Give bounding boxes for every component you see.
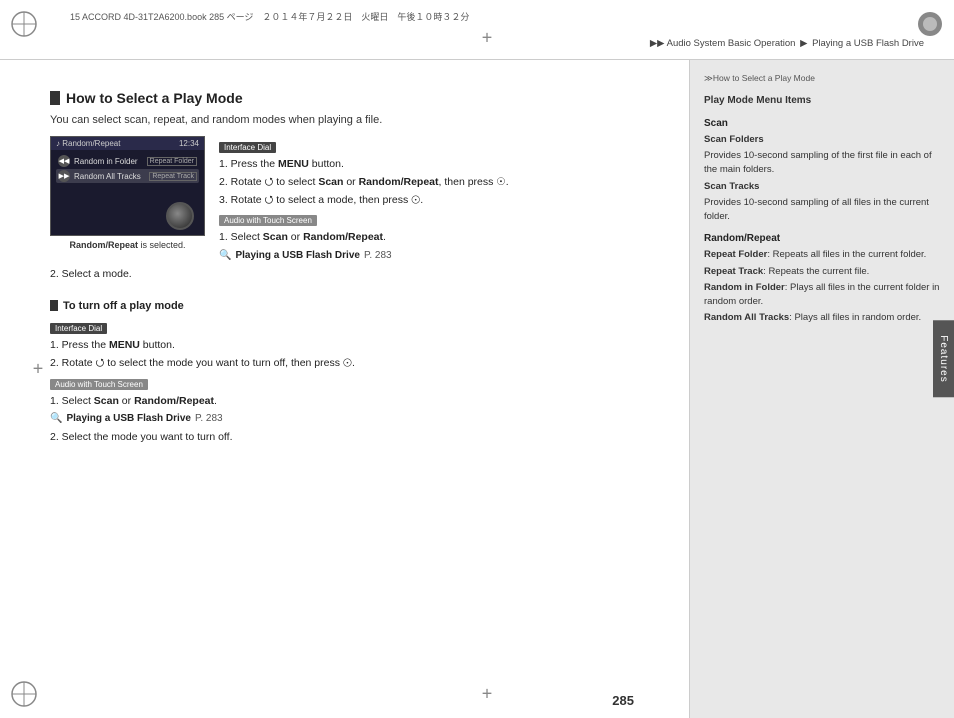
breadcrumb-part1: Audio System Basic Operation — [667, 38, 796, 49]
sidebar-repeat-folder-def: Repeats all files in the current folder. — [773, 249, 927, 260]
screen-header-left: ♪ Random/Repeat — [56, 139, 120, 148]
link-page-1: P. 283 — [364, 248, 392, 264]
main-section-heading: How to Select a Play Mode — [50, 90, 664, 106]
section-title: How to Select a Play Mode — [66, 90, 243, 106]
sub-section: To turn off a play mode Interface Dial 1… — [50, 300, 664, 446]
sub-heading-text: To turn off a play mode — [63, 300, 184, 312]
sidebar-random-all-term: Random All Tracks — [704, 312, 789, 323]
sub-dial-step-1: 1. Press the MENU button. — [50, 337, 664, 354]
sidebar-breadcrumb: ≫How to Select a Play Mode — [704, 72, 940, 85]
sidebar-repeat-track-def: Repeats the current file. — [768, 266, 869, 277]
sidebar-scan-term: Scan — [704, 116, 940, 131]
content-block: ♪ Random/Repeat 12:34 ◀◀ Random in Folde… — [50, 136, 664, 284]
screen-body: ◀◀ Random in Folder Repeat Folder ▶▶ Ran… — [51, 150, 204, 188]
link-text-1: Playing a USB Flash Drive — [235, 248, 360, 264]
sidebar-repeat-track: Repeat Track: Repeats the current file. — [704, 265, 940, 279]
sidebar-scan-folders: Scan Folders — [704, 133, 940, 147]
sidebar-random-all: Random All Tracks: Plays all files in ra… — [704, 311, 940, 325]
screen-row-1: ◀◀ Random in Folder Repeat Folder — [56, 154, 199, 168]
screen-row-2: ▶▶ Random All Tracks Repeat Track — [56, 169, 199, 183]
prev-icon: ◀◀ — [58, 155, 70, 167]
sidebar-scan-tracks-def: Provides 10-second sampling of all files… — [704, 196, 940, 224]
sidebar-random-folder: Random in Folder: Plays all files in the… — [704, 281, 940, 310]
screen-caption-strong: Random/Repeat — [69, 240, 138, 250]
sub-dial-step-2: 2. Rotate ⭯ to select the mode you want … — [50, 355, 664, 372]
sidebar-random-all-def: Plays all files in random order. — [794, 312, 921, 323]
sub-section-heading: To turn off a play mode — [50, 300, 664, 312]
sub-audio-touch-tag: Audio with Touch Screen — [50, 379, 148, 390]
print-info: 15 ACCORD 4D-31T2A6200.book 285 ページ ２０１４… — [70, 10, 469, 23]
knob — [166, 202, 194, 230]
link-text-2: Playing a USB Flash Drive — [66, 411, 191, 427]
sidebar-scan-tracks-term: Scan Tracks — [704, 181, 759, 192]
sidebar-repeat-folder: Repeat Folder: Repeats all files in the … — [704, 248, 940, 262]
sidebar-random-folder-term: Random in Folder — [704, 282, 785, 293]
screen-container: ♪ Random/Repeat 12:34 ◀◀ Random in Folde… — [50, 136, 205, 250]
breadcrumb: ▶▶ Audio System Basic Operation ▶ Playin… — [650, 38, 924, 49]
screen-header-right: 12:34 — [179, 139, 199, 148]
sidebar-scan-tracks: Scan Tracks — [704, 180, 940, 194]
sub-dial-instructions: 1. Press the MENU button. 2. Rotate ⭯ to… — [50, 337, 664, 372]
screen-row-1-tag: Repeat Folder — [147, 157, 197, 166]
sidebar-repeat-track-term: Repeat Track — [704, 266, 763, 277]
audio-touch-tag: Audio with Touch Screen — [219, 215, 317, 226]
screen-row-2-text: Random All Tracks — [74, 172, 141, 181]
touch-link-ref: 🔍 Playing a USB Flash Drive P. 283 — [219, 248, 664, 264]
left-panel: How to Select a Play Mode You can select… — [0, 60, 689, 718]
screen-header: ♪ Random/Repeat 12:34 — [51, 137, 204, 150]
link-arrow-2: 🔍 — [50, 411, 62, 427]
sidebar-section-title: Play Mode Menu Items — [704, 93, 940, 108]
screen-mock: ♪ Random/Repeat 12:34 ◀◀ Random in Folde… — [50, 136, 205, 236]
screen-row-2-tag: Repeat Track — [149, 172, 197, 181]
sub-touch-link-ref: 🔍 Playing a USB Flash Drive P. 283 — [50, 411, 664, 427]
sub-interface-dial-tag: Interface Dial — [50, 323, 107, 334]
screen-row-1-text: Random in Folder — [74, 157, 138, 166]
main-content: How to Select a Play Mode You can select… — [0, 60, 954, 718]
next-icon: ▶▶ — [58, 170, 70, 182]
sidebar-scan-folders-term: Scan Folders — [704, 134, 764, 145]
breadcrumb-prefix: ▶▶ — [650, 38, 665, 49]
sub-touch-instructions: 1. Select Scan or Random/Repeat. 🔍 Playi… — [50, 393, 664, 447]
sub-touch-step-2: 2. Select the mode you want to turn off. — [50, 429, 664, 446]
screen-caption: Random/Repeat is selected. — [50, 240, 205, 250]
section-subtitle: You can select scan, repeat, and random … — [50, 114, 664, 126]
right-sidebar: ≫How to Select a Play Mode Play Mode Men… — [689, 60, 954, 718]
link-page-2: P. 283 — [195, 411, 223, 427]
heading-marker — [50, 91, 60, 105]
breadcrumb-separator: ▶ — [800, 38, 807, 49]
link-arrow-1: 🔍 — [219, 248, 231, 264]
interface-dial-tag: Interface Dial — [219, 142, 276, 153]
page-number: 285 — [612, 693, 634, 708]
sidebar-scan-folders-def: Provides 10-second sampling of the first… — [704, 149, 940, 177]
touch-step-2: 2. Select a mode. — [50, 266, 664, 283]
sidebar-random-repeat-term: Random/Repeat — [704, 231, 940, 246]
features-tab: Features — [933, 320, 954, 397]
breadcrumb-part2: Playing a USB Flash Drive — [812, 38, 924, 49]
page-header: 15 ACCORD 4D-31T2A6200.book 285 ページ ２０１４… — [0, 0, 954, 60]
sub-heading-marker — [50, 300, 58, 311]
sidebar-repeat-folder-term: Repeat Folder — [704, 249, 767, 260]
sub-touch-step-1: 1. Select Scan or Random/Repeat. — [50, 393, 664, 410]
